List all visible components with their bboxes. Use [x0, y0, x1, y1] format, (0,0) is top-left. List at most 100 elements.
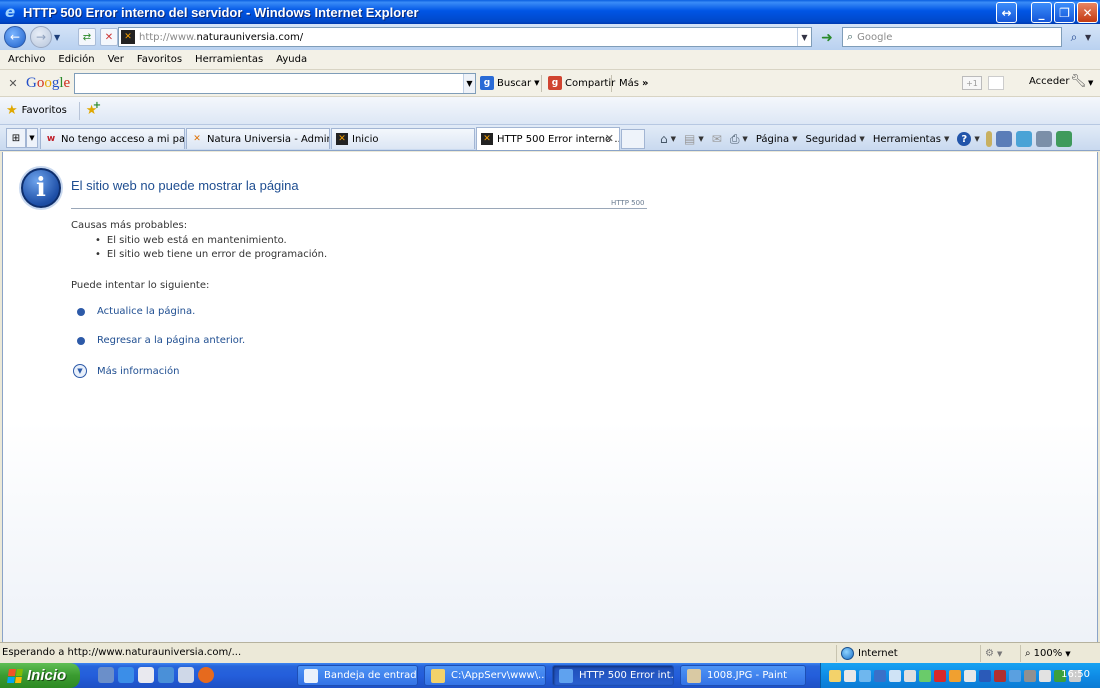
menu-edicion[interactable]: Edición — [54, 54, 98, 65]
google-search-dropdown-icon[interactable]: ▼ — [463, 74, 475, 93]
acceder-link[interactable]: Acceder — [1029, 76, 1069, 87]
help-button[interactable]: ? ▼ — [953, 129, 983, 149]
ie-quicklaunch-icon[interactable] — [158, 667, 174, 683]
buscar-button[interactable]: g Buscar ▼ — [480, 74, 540, 92]
tray-icon[interactable] — [934, 669, 946, 682]
history-dropdown-icon[interactable]: ▼ — [54, 33, 64, 42]
taskbar-item-appserv[interactable]: C:\AppServ\www\... — [424, 665, 546, 686]
wrench-dropdown-icon[interactable]: ▼ — [1088, 79, 1093, 87]
menu-archivo[interactable]: Archivo — [4, 54, 49, 65]
show-desktop-icon[interactable] — [98, 667, 114, 683]
dropdown-arrow-icon: ▼ — [670, 135, 677, 143]
quick-tabs-icon[interactable]: ⊞ — [6, 128, 26, 148]
outlook-quicklaunch-icon[interactable] — [178, 667, 194, 683]
tab-inicio[interactable]: ✕ Inicio — [331, 128, 475, 149]
search-input[interactable]: ⌕ Google — [842, 27, 1062, 47]
menu-herramientas[interactable]: Herramientas — [191, 54, 267, 65]
tray-icon[interactable] — [994, 669, 1006, 682]
dropdown-arrow-icon: ▼ — [792, 135, 798, 143]
dropdown-arrow-icon: ▼ — [742, 135, 748, 143]
address-bar[interactable]: ✕ http://www.naturauniversia.com/ ▼ — [118, 27, 812, 47]
windows-logo-icon — [7, 668, 23, 683]
search-button-icon[interactable]: ⌕ — [1064, 28, 1084, 46]
security-menu[interactable]: Seguridad ▼ — [802, 129, 869, 149]
tab-list-dropdown-icon[interactable]: ▼ — [26, 128, 38, 148]
google-plus-one-button[interactable]: +1 — [962, 76, 982, 90]
refresh-page-action[interactable]: Actualice la página. — [75, 306, 195, 317]
forward-button[interactable]: → — [30, 26, 52, 48]
joomla-icon: ✕ — [481, 133, 493, 145]
tray-icon[interactable] — [949, 669, 961, 682]
back-button[interactable]: ← — [4, 26, 26, 48]
wrench-icon[interactable]: 🔧︎ — [1070, 74, 1087, 89]
tab-natura-universia-admin[interactable]: ✕ Natura Universia - Administ... — [186, 128, 330, 149]
refresh-icon[interactable]: ⇄ — [78, 28, 96, 46]
ie-quicklaunch-icon[interactable] — [118, 667, 134, 683]
tray-icon[interactable] — [1009, 669, 1021, 682]
tray-icon[interactable] — [964, 669, 976, 682]
menu-ayuda[interactable]: Ayuda — [272, 54, 311, 65]
tools-menu[interactable]: Herramientas ▼ — [869, 129, 954, 149]
page-menu[interactable]: Página ▼ — [752, 129, 802, 149]
mas-button[interactable]: Más » — [619, 74, 648, 92]
start-button[interactable]: Inicio — [0, 663, 80, 688]
go-arrow-icon[interactable]: ➜ — [818, 29, 836, 46]
home-button[interactable]: ⌂ ▼ — [656, 129, 680, 149]
addon-icon[interactable] — [1035, 131, 1052, 147]
tray-icon[interactable] — [844, 669, 856, 682]
google-plus-box[interactable] — [988, 76, 1004, 90]
google-logo[interactable]: Google — [26, 75, 70, 92]
tab-no-tengo-acceso[interactable]: w No tengo acceso a mi pagin... — [40, 128, 185, 149]
go-back-link[interactable]: Regresar a la página anterior. — [97, 335, 245, 346]
favorites-button[interactable]: ★ Favoritos — [6, 103, 67, 118]
close-toolbar-icon[interactable]: ✕ — [6, 77, 20, 90]
google-search-input[interactable]: ▼ — [74, 73, 476, 94]
feeds-button[interactable]: ▤ ▼ — [680, 129, 708, 149]
go-back-action[interactable]: Regresar a la página anterior. — [75, 335, 245, 346]
addon-icon[interactable] — [995, 131, 1012, 147]
maximize-button[interactable]: ❐ — [1054, 2, 1075, 23]
menu-ver[interactable]: Ver — [104, 54, 128, 65]
zoom-control[interactable]: ⌕ 100% ▼ — [1020, 645, 1071, 662]
refresh-page-link[interactable]: Actualice la página. — [97, 306, 195, 317]
add-to-favorites-icon[interactable]: ★ — [86, 100, 101, 118]
messenger-quicklaunch-icon[interactable] — [138, 667, 154, 683]
search-options-dropdown-icon[interactable]: ▼ — [1085, 28, 1097, 46]
more-info-link[interactable]: Más información — [97, 366, 179, 377]
addon-icon[interactable] — [1055, 131, 1072, 147]
stop-icon[interactable]: ✕ — [100, 28, 118, 46]
restore-small-button[interactable]: ↔ — [996, 2, 1017, 23]
tray-icon[interactable] — [829, 669, 841, 682]
close-button[interactable]: ✕ — [1077, 2, 1098, 23]
tray-icon[interactable] — [859, 669, 871, 682]
more-info-action[interactable]: ▼ Más información — [73, 364, 179, 378]
tray-icon[interactable] — [979, 669, 991, 682]
taskbar-item-http500[interactable]: HTTP 500 Error int... — [552, 665, 674, 686]
minimize-button[interactable]: _ — [1031, 2, 1052, 23]
new-tab-button[interactable] — [621, 129, 645, 149]
tray-icon[interactable] — [889, 669, 901, 682]
address-dropdown-icon[interactable]: ▼ — [797, 28, 811, 46]
tray-icon[interactable] — [919, 669, 931, 682]
menu-favoritos[interactable]: Favoritos — [133, 54, 186, 65]
taskbar-item-paint[interactable]: 1008.JPG - Paint — [680, 665, 806, 686]
title-bar[interactable]: e HTTP 500 Error interno del servidor - … — [0, 0, 1100, 24]
tab-http-500-active[interactable]: ✕ HTTP 500 Error interno ... ✕ — [476, 127, 620, 150]
tab-label: No tengo acceso a mi pagin... — [61, 133, 185, 145]
folder-icon — [431, 668, 445, 683]
firefox-quicklaunch-icon[interactable] — [198, 667, 214, 683]
tray-icon[interactable] — [904, 669, 916, 682]
print-button[interactable]: ⎙ ▼ — [726, 129, 752, 149]
mail-button[interactable]: ✉ — [708, 129, 726, 149]
taskbar-item-bandeja[interactable]: Bandeja de entrad... — [297, 665, 418, 686]
compartir-button[interactable]: g Compartir — [548, 74, 615, 92]
tab-bar: ⊞ ▼ w No tengo acceso a mi pagin... ✕ Na… — [0, 125, 1100, 151]
tray-icon[interactable] — [1024, 669, 1036, 682]
tray-icon[interactable] — [1039, 669, 1051, 682]
close-tab-icon[interactable]: ✕ — [605, 132, 614, 145]
messenger-icon[interactable] — [1015, 131, 1032, 147]
research-icon[interactable] — [985, 131, 992, 147]
security-zone[interactable]: Internet — [836, 645, 976, 662]
protected-mode[interactable]: ⚙ ▼ — [980, 645, 1018, 662]
tray-icon[interactable] — [874, 669, 886, 682]
